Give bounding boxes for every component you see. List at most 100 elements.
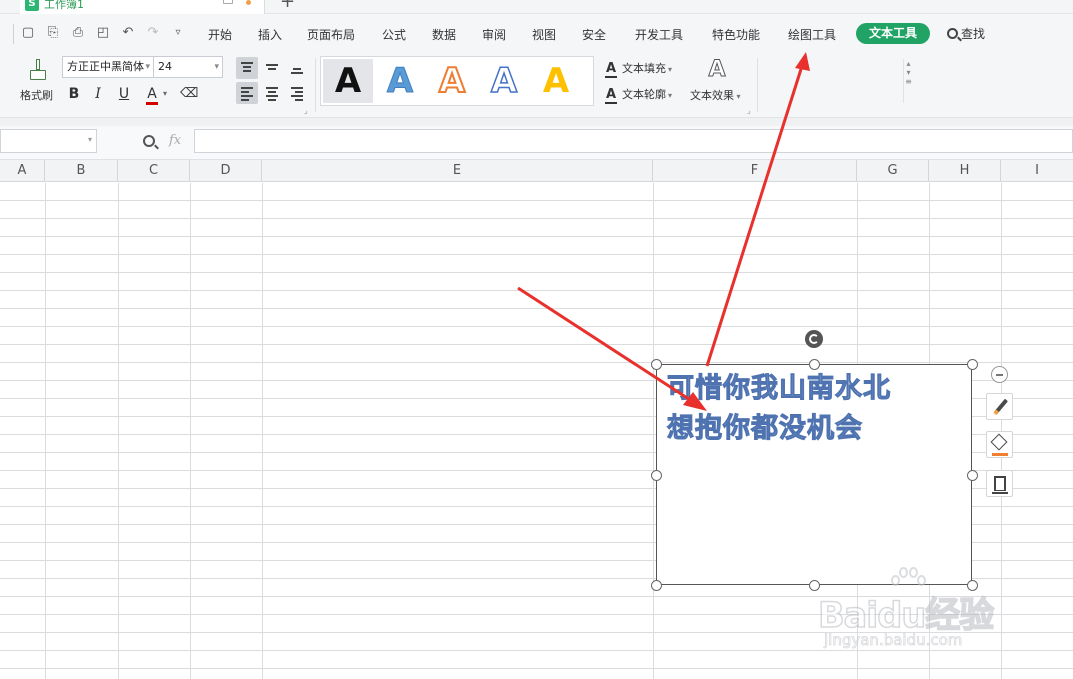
shape-fill-button[interactable] xyxy=(986,431,1013,458)
rotate-handle-icon[interactable] xyxy=(805,330,823,348)
quick-access-divider xyxy=(13,24,14,44)
align-top-button[interactable] xyxy=(236,57,258,79)
print-icon[interactable]: ⎙ xyxy=(70,25,86,41)
column-header-f[interactable]: F xyxy=(653,160,857,182)
font-size-select[interactable]: 24 ▾ xyxy=(153,56,223,78)
text-line: 想抱你都没机会 xyxy=(667,413,863,445)
menu-security[interactable]: 安全 xyxy=(582,26,606,43)
column-header-i[interactable]: I xyxy=(1001,160,1073,182)
insert-function-icon[interactable]: fx xyxy=(169,133,181,148)
format-painter-label[interactable]: 格式刷 xyxy=(20,87,53,103)
font-color-swatch xyxy=(146,102,158,105)
chevron-down-icon: ▾ xyxy=(668,65,673,74)
collapse-icon[interactable] xyxy=(991,366,1008,383)
customize-dropdown-icon[interactable]: ▿ xyxy=(170,25,186,41)
text-style-orange-outline[interactable]: A xyxy=(427,59,477,103)
save-icon[interactable]: ▢ xyxy=(20,25,36,41)
outline-icon xyxy=(994,476,1006,491)
dialog-launcher-icon[interactable]: ⌟ xyxy=(747,106,751,115)
chevron-down-icon: ▾ xyxy=(214,62,219,72)
text-style-gold[interactable]: A xyxy=(531,59,581,103)
chevron-down-icon[interactable]: ▾ xyxy=(163,89,167,98)
resize-handle[interactable] xyxy=(651,580,662,591)
document-tab[interactable]: S 工作簿1 xyxy=(20,0,265,14)
undo-icon[interactable]: ↶ xyxy=(120,25,136,41)
column-header-e[interactable]: E xyxy=(262,160,653,182)
align-center-button[interactable] xyxy=(261,82,283,104)
document-title: 工作簿1 xyxy=(44,0,84,11)
menu-insert[interactable]: 插入 xyxy=(258,26,282,43)
ribbon-divider xyxy=(315,58,316,112)
align-bottom-button[interactable] xyxy=(286,57,308,79)
menu-data[interactable]: 数据 xyxy=(432,26,456,43)
font-name-value: 方正正中黑简体 xyxy=(67,60,144,73)
align-right-button[interactable] xyxy=(286,82,308,104)
text-outline-label: 文本轮廓 xyxy=(622,88,666,101)
column-header-g[interactable]: G xyxy=(857,160,929,182)
monitor-icon[interactable] xyxy=(223,0,233,4)
text-style-blue[interactable]: A xyxy=(375,59,425,103)
column-header-b[interactable]: B xyxy=(45,160,118,182)
resize-handle[interactable] xyxy=(651,470,662,481)
menu-developer[interactable]: 开发工具 xyxy=(635,26,683,43)
italic-button[interactable]: I xyxy=(90,85,106,103)
resize-handle[interactable] xyxy=(967,359,978,370)
font-name-select[interactable]: 方正正中黑简体 ▾ xyxy=(62,56,154,78)
dialog-launcher-icon[interactable]: ⌟ xyxy=(304,106,308,115)
text-box-content[interactable]: 可惜你我山南水北 想抱你都没机会 xyxy=(667,369,967,449)
column-header-d[interactable]: D xyxy=(190,160,262,182)
menu-text-tools-active[interactable]: 文本工具 xyxy=(856,23,930,44)
menu-bar: ▢ ⎘ ⎙ ◰ ↶ ↷ ▿ 开始 插入 页面布局 公式 数据 审阅 视图 安全 … xyxy=(0,14,1073,54)
print-preview-icon[interactable]: ◰ xyxy=(95,25,111,41)
search-label: 查找 xyxy=(961,27,986,41)
align-middle-button[interactable] xyxy=(261,57,283,79)
format-painter-icon[interactable] xyxy=(28,58,48,82)
text-style-blue-outline[interactable]: A xyxy=(479,59,529,103)
baidu-jingyan-watermark: Baidu经验 jingyan.baidu.com xyxy=(817,565,1018,655)
text-box[interactable]: 可惜你我山南水北 想抱你都没机会 xyxy=(656,364,972,585)
column-header-c[interactable]: C xyxy=(118,160,190,182)
resize-handle[interactable] xyxy=(809,359,820,370)
menu-view[interactable]: 视图 xyxy=(532,26,556,43)
shape-outline-button[interactable] xyxy=(986,470,1013,497)
formula-input[interactable] xyxy=(194,129,1073,153)
toolbar-spacer xyxy=(0,118,1073,126)
menu-home[interactable]: 开始 xyxy=(208,26,232,43)
shape-style-button[interactable] xyxy=(986,393,1013,420)
column-header-row: A B C D E F G H I xyxy=(0,160,1073,182)
underline-button[interactable]: U xyxy=(116,85,132,103)
new-tab-plus-icon[interactable]: + xyxy=(280,0,295,11)
font-color-button[interactable]: A xyxy=(144,85,160,103)
redo-icon[interactable]: ↷ xyxy=(145,25,161,41)
name-box[interactable]: ▾ xyxy=(0,129,97,153)
column-header-h[interactable]: H xyxy=(929,160,1001,182)
resize-handle[interactable] xyxy=(651,359,662,370)
spreadsheet-doc-icon: S xyxy=(25,0,39,11)
unsaved-dot-icon xyxy=(246,0,251,5)
text-line: 可惜你我山南水北 xyxy=(667,373,891,405)
eraser-icon[interactable]: ⌫ xyxy=(180,85,198,103)
text-effect-icon[interactable]: A xyxy=(705,57,729,82)
menu-page-layout[interactable]: 页面布局 xyxy=(307,26,355,43)
bold-button[interactable]: B xyxy=(66,85,82,103)
text-outline-icon: A xyxy=(605,87,617,104)
gallery-more-icon[interactable]: ▴ ▾ ≡ xyxy=(903,59,913,103)
align-left-button[interactable] xyxy=(236,82,258,104)
menu-drawing-tools[interactable]: 绘图工具 xyxy=(788,26,836,43)
menu-special-features[interactable]: 特色功能 xyxy=(712,26,760,43)
document-tab-strip: S 工作簿1 + xyxy=(0,0,1073,14)
menu-formulas[interactable]: 公式 xyxy=(382,26,406,43)
text-effect-button[interactable]: 文本效果 ▾ xyxy=(690,87,741,103)
menu-review[interactable]: 审阅 xyxy=(482,26,506,43)
text-fill-button[interactable]: A 文本填充 ▾ xyxy=(604,60,673,78)
resize-handle[interactable] xyxy=(967,470,978,481)
search-button[interactable]: 查找 xyxy=(947,25,985,42)
text-style-black[interactable]: A xyxy=(323,59,373,103)
paint-bucket-icon xyxy=(990,433,1008,451)
zoom-icon[interactable] xyxy=(143,135,155,147)
column-header-a[interactable]: A xyxy=(0,160,45,182)
font-size-value: 24 xyxy=(158,60,172,73)
export-icon[interactable]: ⎘ xyxy=(45,25,61,41)
chevron-down-icon: ▾ xyxy=(145,62,150,72)
text-outline-button[interactable]: A 文本轮廓 ▾ xyxy=(604,86,672,104)
